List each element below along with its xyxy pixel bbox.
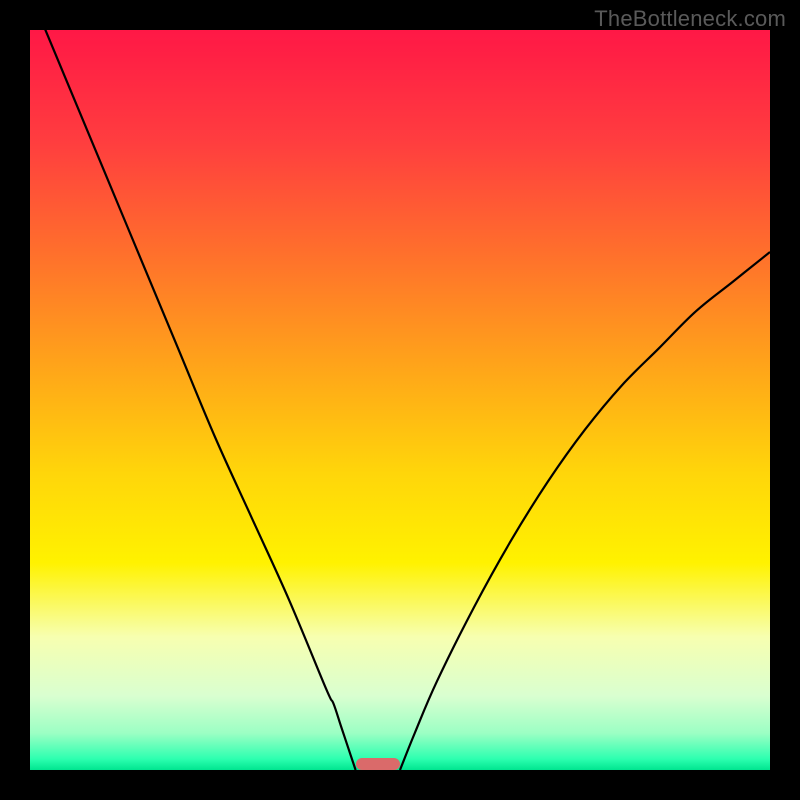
curve-layer (30, 30, 770, 770)
curve-right-branch (400, 252, 770, 770)
plot-area (30, 30, 770, 770)
curve-left-branch (30, 30, 356, 770)
chart-frame: TheBottleneck.com (0, 0, 800, 800)
minimum-marker (356, 758, 400, 770)
watermark-text: TheBottleneck.com (594, 6, 786, 32)
